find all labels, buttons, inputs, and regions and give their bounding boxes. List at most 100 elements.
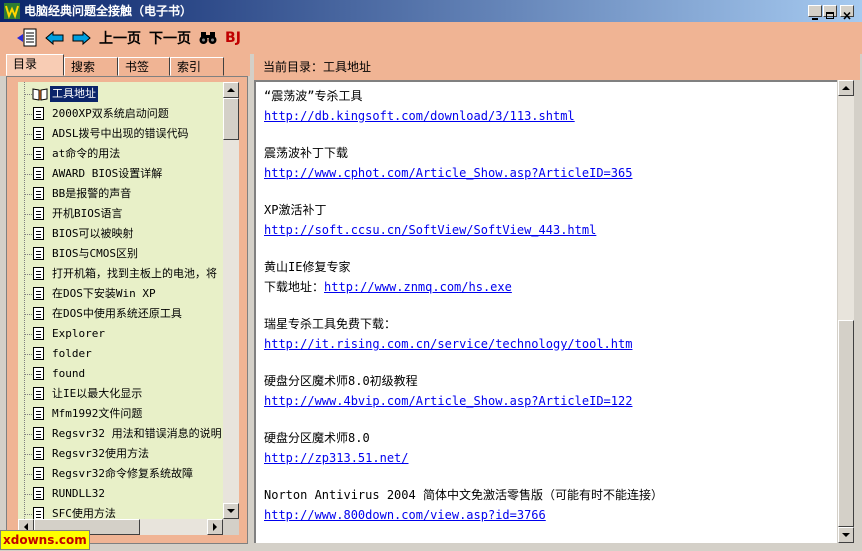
- watermark: xdowns.com: [0, 530, 90, 550]
- tree-item[interactable]: BB是报警的声音: [18, 184, 223, 204]
- tree-connector: [24, 134, 32, 135]
- tree-item[interactable]: 打开机箱，找到主板上的电池，将: [18, 264, 223, 284]
- tree-connector: [24, 174, 32, 175]
- tree-item-label: Mfm1992文件问题: [52, 407, 143, 420]
- tab-contents[interactable]: 目录: [6, 54, 64, 76]
- tree-item[interactable]: Explorer: [18, 324, 223, 344]
- document-icon: [33, 487, 44, 500]
- arrow-right-icon: [72, 30, 91, 46]
- next-page-button[interactable]: 下一页: [148, 27, 192, 49]
- binoculars-icon: [199, 32, 217, 44]
- tree-connector: [24, 154, 32, 155]
- scroll-thumb[interactable]: [223, 98, 239, 140]
- prev-page-button[interactable]: 上一页: [98, 27, 142, 49]
- document-icon: [33, 267, 44, 280]
- tree-vertical-scrollbar[interactable]: [223, 82, 239, 519]
- tree-item[interactable]: AWARD BIOS设置详解: [18, 164, 223, 184]
- tree-item-label: AWARD BIOS设置详解: [52, 167, 163, 180]
- tree-item[interactable]: RUNDLL32: [18, 484, 223, 504]
- document-icon: [33, 387, 44, 400]
- document-icon: [33, 367, 44, 380]
- document-icon: [33, 327, 44, 340]
- content-vertical-scrollbar[interactable]: [838, 80, 854, 543]
- tree-item[interactable]: found: [18, 364, 223, 384]
- entry-link[interactable]: http://www.800down.com/view.asp?id=3766: [264, 508, 546, 522]
- tree-connector: [24, 294, 32, 295]
- triangle-up-icon: [842, 86, 850, 90]
- tree-item[interactable]: Regsvr32使用方法: [18, 444, 223, 464]
- tree-item[interactable]: 让IE以最大化显示: [18, 384, 223, 404]
- tree-connector: [24, 314, 32, 315]
- scroll-up-button[interactable]: [223, 82, 239, 98]
- tree-item-label: Regsvr32命令修复系统故障: [52, 467, 193, 480]
- entry-title: “震荡波”专杀工具: [264, 89, 363, 103]
- maximize-button[interactable]: [823, 5, 837, 19]
- contents-tree[interactable]: 工具地址 2000XP双系统启动问题 ADSL拨号中出现的错误代码 at命令的用…: [18, 82, 223, 519]
- tree-item-label: 打开机箱，找到主板上的电池，将: [52, 267, 217, 280]
- tab-bookmarks[interactable]: 书签: [118, 57, 170, 76]
- tree-item[interactable]: SFC使用方法: [18, 504, 223, 519]
- scroll-down-button[interactable]: [838, 527, 854, 543]
- tree-item[interactable]: 在DOS中使用系统还原工具: [18, 304, 223, 324]
- document-icon: [33, 147, 44, 160]
- minimize-button[interactable]: [808, 5, 822, 20]
- find-button[interactable]: [198, 27, 218, 49]
- entry-title: 黄山IE修复专家: [264, 260, 351, 274]
- tree-item[interactable]: folder: [18, 344, 223, 364]
- tree-item[interactable]: BIOS可以被映射: [18, 224, 223, 244]
- entry-title: 硬盘分区魔术师8.0: [264, 431, 370, 445]
- entry-link[interactable]: http://it.rising.com.cn/service/technolo…: [264, 337, 632, 351]
- close-button[interactable]: [840, 5, 854, 20]
- tree-connector: [24, 214, 32, 215]
- tree-connector: [24, 94, 32, 95]
- bj-button[interactable]: BJ: [222, 27, 244, 49]
- entry-link[interactable]: http://soft.ccsu.cn/SoftView/SoftView_44…: [264, 223, 596, 237]
- entry-title: 震荡波补丁下载: [264, 146, 349, 160]
- document-icon: [33, 107, 44, 120]
- contents-toggle-button[interactable]: [14, 27, 40, 49]
- tree-item[interactable]: Regsvr32命令修复系统故障: [18, 464, 223, 484]
- back-button[interactable]: [44, 27, 66, 49]
- tree-item-label: 工具地址: [50, 86, 98, 102]
- document-icon: [33, 447, 44, 460]
- tree-connector: [24, 394, 32, 395]
- entry-link[interactable]: http://www.4bvip.com/Article_Show.asp?Ar…: [264, 394, 632, 408]
- title-bar[interactable]: 电脑经典问题全接触（电子书）: [0, 0, 862, 22]
- entry-title: 硬盘分区魔术师8.0初级教程: [264, 374, 418, 388]
- close-icon: [843, 11, 851, 20]
- tree-item-label: 开机BIOS语言: [52, 207, 123, 220]
- scroll-thumb[interactable]: [838, 320, 854, 527]
- tree-item[interactable]: Mfm1992文件问题: [18, 404, 223, 424]
- tree-item[interactable]: at命令的用法: [18, 144, 223, 164]
- entry-title: 瑞星专杀工具免费下载：: [264, 317, 397, 331]
- tree-item[interactable]: ADSL拨号中出现的错误代码: [18, 124, 223, 144]
- tab-search[interactable]: 搜索: [64, 57, 118, 76]
- tree-item-label: Regsvr32使用方法: [52, 447, 149, 460]
- scrollbar-corner: [223, 519, 239, 535]
- tree-connector: [24, 354, 32, 355]
- tree-item[interactable]: Regsvr32 用法和错误消息的说明: [18, 424, 223, 444]
- tree-item[interactable]: 2000XP双系统启动问题: [18, 104, 223, 124]
- tree-item[interactable]: 在DOS下安装Win XP: [18, 284, 223, 304]
- tree-item-label: found: [52, 367, 86, 380]
- scroll-up-button[interactable]: [838, 80, 854, 96]
- scroll-right-button[interactable]: [207, 519, 223, 535]
- entry-link[interactable]: http://www.znmq.com/hs.exe: [324, 280, 512, 294]
- entry-title: XP激活补丁: [264, 203, 327, 217]
- entry-link[interactable]: http://www.cphot.com/Article_Show.asp?Ar…: [264, 166, 632, 180]
- entry-link[interactable]: http://zp313.51.net/: [264, 451, 409, 465]
- tree-item-label: 让IE以最大化显示: [52, 387, 143, 400]
- tree-connector: [24, 234, 32, 235]
- tree-connector: [24, 274, 32, 275]
- scroll-down-button[interactable]: [223, 503, 239, 519]
- forward-button[interactable]: [70, 27, 92, 49]
- tab-strip: 目录 搜索 书签 索引: [0, 54, 250, 76]
- toolbar: 上一页 下一页 BJ: [0, 22, 862, 54]
- tab-index[interactable]: 索引: [170, 57, 224, 76]
- tree-item[interactable]: BIOS与CMOS区别: [18, 244, 223, 264]
- document-icon: [33, 287, 44, 300]
- entry-link[interactable]: http://db.kingsoft.com/download/3/113.sh…: [264, 109, 575, 123]
- tree-item[interactable]: 工具地址: [18, 84, 223, 104]
- content-pane: “震荡波”专杀工具 http://db.kingsoft.com/downloa…: [254, 80, 837, 543]
- tree-item[interactable]: 开机BIOS语言: [18, 204, 223, 224]
